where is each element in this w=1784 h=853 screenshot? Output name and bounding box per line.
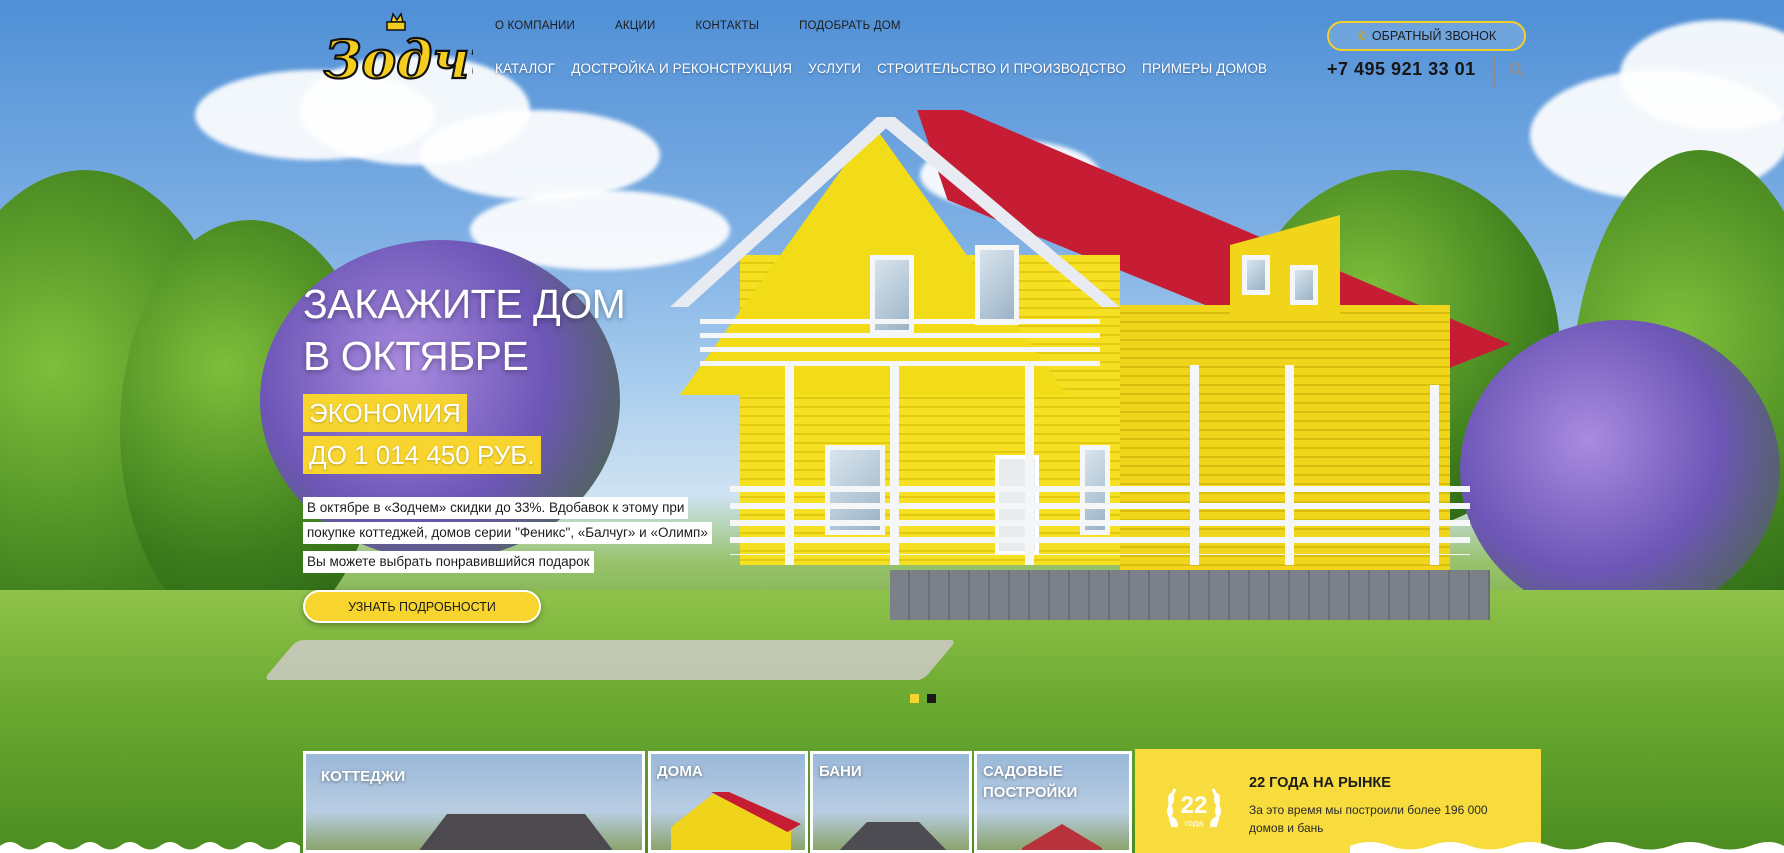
main-nav-services[interactable]: УСЛУГИ	[808, 61, 861, 76]
savings-highlight-line2: ДО 1 014 450 РУБ.	[303, 436, 541, 474]
house-illustration	[670, 110, 1510, 655]
hero-description-line1: В октябре в «Зодчем» скидки до 33%. Вдоб…	[303, 497, 689, 519]
category-label: САДОВЫЕ ПОСТРОЙКИ	[983, 761, 1077, 803]
category-label: КОТТЕДЖИ	[321, 768, 406, 785]
top-nav: О КОМПАНИИ АКЦИИ КОНТАКТЫ ПОДОБРАТЬ ДОМ	[495, 20, 901, 32]
years-description-line2: домов и бань	[1249, 821, 1324, 835]
callback-button[interactable]: ✆ ОБРАТНЫЙ ЗВОНОК	[1327, 21, 1526, 51]
hero-title: ЗАКАЖИТЕ ДОМ В ОКТЯБРЕ	[303, 278, 626, 382]
callback-label: ОБРАТНЫЙ ЗВОНОК	[1371, 29, 1497, 43]
logo-emblem: Зодчий	[323, 12, 546, 92]
years-description-line1: За это время мы построили более 196 000	[1249, 803, 1488, 817]
learn-more-button[interactable]: УЗНАТЬ ПОДРОБНОСТИ	[303, 590, 541, 623]
top-nav-about[interactable]: О КОМПАНИИ	[495, 20, 575, 32]
phone-icon: ✆	[1356, 29, 1367, 43]
logo-text: Зодчий	[324, 30, 473, 91]
laurel-badge-icon: 22 года	[1167, 788, 1221, 828]
top-nav-promotions[interactable]: АКЦИИ	[615, 20, 655, 32]
years-description: За это время мы построили более 196 000 …	[1249, 801, 1489, 837]
category-label: ДОМА	[657, 763, 703, 780]
slider-dot-active[interactable]	[910, 694, 919, 703]
top-nav-find-house[interactable]: ПОДОБРАТЬ ДОМ	[799, 20, 901, 32]
hero-description-line2: покупке коттеджей, домов серии "Феникс",…	[303, 522, 712, 544]
slider-pagination	[910, 694, 936, 703]
slider-dot[interactable]	[927, 694, 936, 703]
badge-word: года	[1185, 818, 1203, 828]
years-title: 22 ГОДА НА РЫНКЕ	[1249, 775, 1391, 791]
main-nav-catalog[interactable]: КАТАЛОГ	[495, 61, 555, 76]
hero-background	[0, 0, 1784, 853]
badge-number: 22	[1181, 792, 1208, 819]
main-nav-examples[interactable]: ПРИМЕРЫ ДОМОВ	[1142, 61, 1267, 76]
category-label-line2: ПОСТРОЙКИ	[983, 784, 1078, 801]
category-label-line1: САДОВЫЕ	[983, 763, 1063, 780]
main-nav: КАТАЛОГ ДОСТРОЙКА И РЕКОНСТРУКЦИЯ УСЛУГИ…	[495, 61, 1267, 76]
hero-title-line1: ЗАКАЖИТЕ ДОМ	[303, 281, 626, 327]
category-label: БАНИ	[819, 763, 862, 780]
search-icon[interactable]	[1509, 62, 1524, 77]
main-nav-construction[interactable]: СТРОИТЕЛЬСТВО И ПРОИЗВОДСТВО	[877, 61, 1126, 76]
cloud	[420, 110, 660, 200]
bottom-wave-divider	[0, 842, 1784, 853]
logo[interactable]: Зодчий	[318, 10, 546, 92]
hero-description-line3: Вы можете выбрать понравившийся подарок	[303, 551, 594, 573]
header-divider	[1494, 55, 1495, 87]
top-nav-contacts[interactable]: КОНТАКТЫ	[695, 20, 759, 32]
phone-number[interactable]: +7 495 921 33 01	[1327, 59, 1476, 80]
main-nav-extension[interactable]: ДОСТРОЙКА И РЕКОНСТРУКЦИЯ	[571, 61, 792, 76]
hero-title-line2: В ОКТЯБРЕ	[303, 333, 529, 379]
savings-highlight-line1: ЭКОНОМИЯ	[303, 394, 467, 432]
